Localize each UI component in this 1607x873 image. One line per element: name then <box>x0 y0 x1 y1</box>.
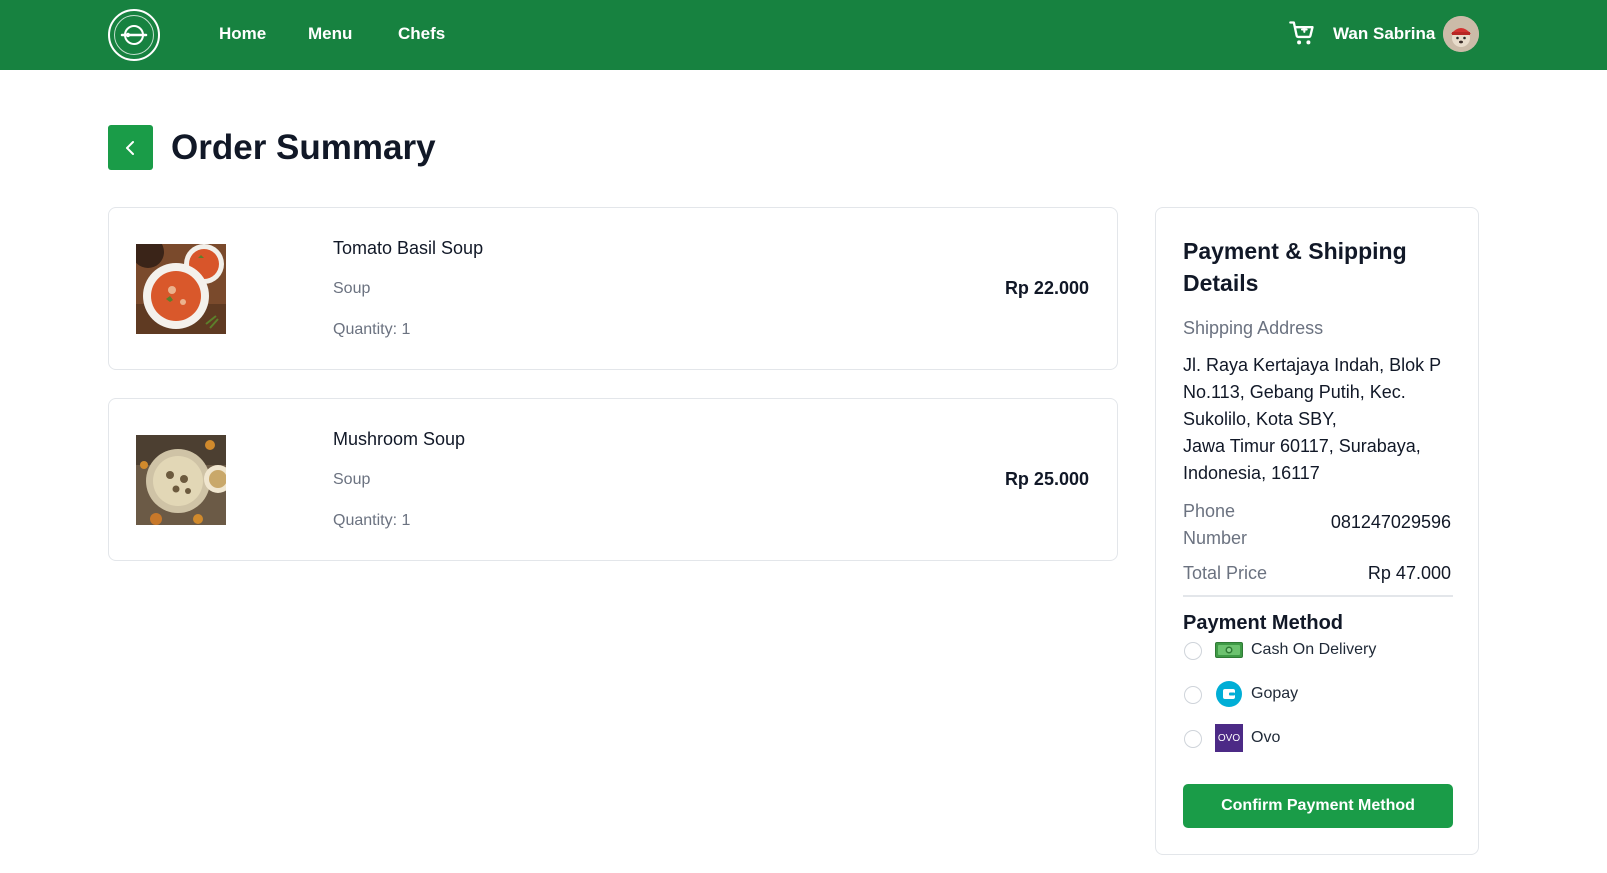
cash-icon <box>1215 636 1243 664</box>
phone-number-label: Phone Number <box>1183 501 1248 548</box>
payment-method-title: Payment Method <box>1183 612 1344 634</box>
confirm-payment-button[interactable]: Confirm Payment Method <box>1183 784 1453 828</box>
user-avatar[interactable] <box>1443 16 1479 52</box>
item-price: Rp 25.000 <box>1004 469 1089 489</box>
payment-option-label: Gopay <box>1251 685 1299 702</box>
payment-shipping-panel: Payment & Shipping Details Shipping Addr… <box>1155 207 1479 855</box>
shipping-address-label: Shipping Address <box>1183 318 1324 338</box>
top-navbar: Home Menu Chefs Wan Sabrina <box>0 0 1607 70</box>
radio-button[interactable] <box>1184 642 1202 660</box>
payment-option-cod[interactable]: Cash On Delivery <box>1183 636 1453 664</box>
payment-option-ovo[interactable]: OVO Ovo <box>1183 724 1453 752</box>
order-item-card: Mushroom Soup Soup Quantity: 1 Rp 25.000 <box>108 398 1118 561</box>
user-name: Wan Sabrina <box>1333 24 1436 43</box>
payment-option-label: Cash On Delivery <box>1251 641 1377 658</box>
chevron-left-icon <box>125 140 134 155</box>
item-name: Tomato Basil Soup <box>333 238 484 258</box>
item-quantity: Quantity: 1 <box>333 512 411 529</box>
payment-option-label: Ovo <box>1251 729 1281 746</box>
radio-button[interactable] <box>1184 686 1202 704</box>
total-price-value: Rp 47.000 <box>1367 563 1451 583</box>
gopay-wallet-icon <box>1215 680 1243 708</box>
item-category: Soup <box>333 471 371 488</box>
panel-title: Payment & Shipping Details <box>1183 238 1407 296</box>
shipping-address-value: Jl. Raya Kertajaya Indah, Blok P No.113,… <box>1183 355 1441 483</box>
radio-button[interactable] <box>1184 730 1202 748</box>
order-item-card: Tomato Basil Soup Soup Quantity: 1 Rp 22… <box>108 207 1118 370</box>
back-button[interactable] <box>108 125 153 170</box>
tomato-soup-image <box>136 244 226 334</box>
item-quantity: Quantity: 1 <box>333 321 411 338</box>
page-title: Order Summary <box>171 128 436 167</box>
cart-icon[interactable] <box>1288 19 1316 47</box>
ovo-icon-text: OVO <box>1217 732 1241 744</box>
mushroom-soup-image <box>136 435 226 525</box>
nav-menu-link[interactable]: Menu <box>308 24 352 44</box>
payment-option-gopay[interactable]: Gopay <box>1183 680 1453 708</box>
plate-icon <box>120 25 148 45</box>
total-price-label: Total Price <box>1183 563 1268 583</box>
nav-home-link[interactable]: Home <box>219 24 266 44</box>
item-name: Mushroom Soup <box>333 429 466 449</box>
nav-chefs-link[interactable]: Chefs <box>398 24 445 44</box>
item-category: Soup <box>333 280 371 297</box>
divider <box>1183 595 1453 597</box>
item-price: Rp 22.000 <box>1004 278 1089 298</box>
ovo-icon: OVO <box>1215 724 1243 752</box>
phone-number-value: 081247029596 <box>1330 512 1451 532</box>
restaurant-plate-logo[interactable] <box>108 9 160 61</box>
